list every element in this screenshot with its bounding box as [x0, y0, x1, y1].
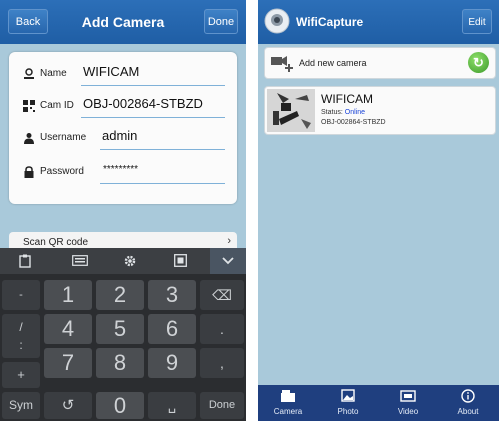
collapse-chevron-icon[interactable]	[210, 248, 246, 274]
key-0[interactable]: 0	[96, 392, 144, 419]
key-7[interactable]: 7	[44, 348, 92, 378]
camera-id: OBJ-002864-STBZD	[321, 119, 386, 126]
clipboard-icon[interactable]	[10, 248, 40, 274]
camera-tab-icon	[281, 390, 295, 402]
key-slash-colon[interactable]: / :	[2, 314, 40, 358]
camera-status: Status: Online	[321, 109, 365, 116]
camera-form: Name WIFICAM Cam ID OBJ-002864-STBZD Use…	[9, 52, 237, 204]
username-label: Username	[40, 132, 87, 143]
user-icon	[24, 133, 34, 144]
password-underline	[100, 183, 225, 184]
camera-list-item[interactable]: WIFICAM Status: Online OBJ-002864-STBZD	[264, 86, 496, 135]
status-badge: Online	[344, 109, 365, 116]
key-5[interactable]: 5	[96, 314, 144, 344]
name-underline	[81, 85, 225, 86]
settings-icon[interactable]	[115, 248, 145, 274]
cam-id-underline	[81, 117, 225, 118]
key-colon-label: :	[19, 338, 23, 352]
camera-thumbnail	[267, 89, 315, 132]
tab-video[interactable]: Video	[378, 385, 438, 421]
key-6[interactable]: 6	[148, 314, 196, 344]
add-camera-header: Back Add Camera Done	[0, 0, 246, 44]
tab-about-label: About	[457, 407, 479, 416]
key-3[interactable]: 3	[148, 280, 196, 310]
key-slash-label: /	[19, 320, 23, 334]
password-field[interactable]: *********	[103, 164, 138, 175]
name-field[interactable]: WIFICAM	[83, 64, 139, 79]
name-row: Name WIFICAM	[23, 62, 225, 88]
key-period[interactable]: .	[200, 314, 244, 344]
tab-about[interactable]: About	[438, 385, 498, 421]
app-title: WifiCapture	[296, 15, 364, 29]
scan-qr-label: Scan QR code	[23, 237, 89, 248]
keyboard-done-key[interactable]: Done	[200, 392, 244, 419]
info-tab-icon	[461, 389, 475, 403]
password-label: Password	[40, 166, 84, 177]
refresh-icon[interactable]	[468, 52, 489, 73]
username-field[interactable]: admin	[102, 128, 137, 143]
cam-id-field[interactable]: OBJ-002864-STBZD	[83, 96, 203, 111]
camera-name: WIFICAM	[321, 92, 373, 106]
key-comma[interactable]: ,	[200, 348, 244, 378]
photo-tab-icon	[341, 389, 355, 402]
key-2[interactable]: 2	[96, 280, 144, 310]
numeric-keyboard: - 1 2 3 ⌫ / : 4 5 6 . + 7 8 9 , Sym ↺ 0 …	[0, 248, 246, 421]
app-logo-icon	[264, 8, 290, 34]
tab-camera[interactable]: Camera	[258, 385, 318, 421]
add-camera-screen: Back Add Camera Done Name WIFICAM Cam ID…	[0, 0, 246, 421]
emoji-icon[interactable]	[165, 248, 195, 274]
tab-photo-label: Photo	[337, 407, 359, 416]
name-label: Name	[40, 68, 67, 79]
tab-camera-label: Camera	[273, 407, 303, 416]
sym-key[interactable]: Sym	[2, 392, 40, 419]
key-1[interactable]: 1	[44, 280, 92, 310]
camera-list-screen: WifiCapture Edit Add new camera WIFICAM	[258, 0, 499, 421]
key-minus[interactable]: -	[2, 280, 40, 310]
add-camera-icon	[271, 56, 293, 72]
video-tab-icon	[400, 390, 416, 402]
undo-icon[interactable]: ↺	[44, 392, 92, 419]
cam-id-row: Cam ID OBJ-002864-STBZD	[23, 94, 225, 120]
backspace-key[interactable]: ⌫	[200, 280, 244, 310]
key-plus[interactable]: +	[2, 362, 40, 388]
tab-video-label: Video	[397, 407, 419, 416]
tab-photo[interactable]: Photo	[318, 385, 378, 421]
user-badge-icon	[24, 68, 34, 79]
key-9[interactable]: 9	[148, 348, 196, 378]
key-8[interactable]: 8	[96, 348, 144, 378]
app-header: WifiCapture Edit	[258, 0, 499, 44]
cam-id-label: Cam ID	[40, 100, 74, 111]
edit-button[interactable]: Edit	[462, 9, 492, 34]
keyboard-toolbar	[0, 248, 246, 274]
password-row: Password *********	[23, 160, 225, 186]
done-button[interactable]: Done	[204, 9, 238, 34]
username-underline	[100, 149, 225, 150]
add-new-camera-label: Add new camera	[299, 58, 367, 68]
bottom-tab-bar: Camera Photo Video About	[258, 385, 499, 421]
space-key[interactable]: ␣	[148, 392, 196, 419]
keyboard-icon[interactable]	[62, 248, 98, 274]
chevron-right-icon: ›	[227, 235, 231, 247]
lock-icon	[24, 166, 34, 178]
key-4[interactable]: 4	[44, 314, 92, 344]
username-row: Username admin	[23, 126, 225, 152]
qr-code-icon	[23, 100, 35, 112]
status-label: Status:	[321, 109, 343, 116]
add-new-camera-row[interactable]: Add new camera	[264, 47, 496, 79]
